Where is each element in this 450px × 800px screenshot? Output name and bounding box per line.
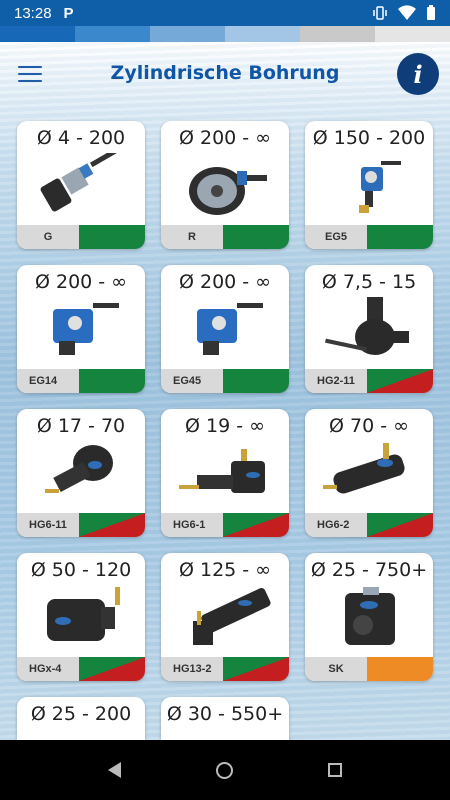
card-range: Ø 70 - ∞ bbox=[329, 415, 409, 437]
card-footer: EG14 bbox=[17, 369, 145, 393]
tool-card-hgx-4[interactable]: Ø 50 - 120 HGx-4 bbox=[17, 553, 145, 681]
status-swatch bbox=[367, 657, 433, 681]
tool-card-eg45[interactable]: Ø 200 - ∞ EG45 bbox=[161, 265, 289, 393]
card-footer: HG6-2 bbox=[305, 513, 433, 537]
navigation-bar bbox=[0, 740, 450, 800]
status-swatch bbox=[79, 657, 145, 681]
card-footer: HG2-11 bbox=[305, 369, 433, 393]
page-title: Zylindrische Bohrung bbox=[110, 62, 340, 84]
tool-card-g[interactable]: Ø 4 - 200 G bbox=[17, 121, 145, 249]
card-footer: SK bbox=[305, 657, 433, 681]
recent-apps-icon[interactable] bbox=[328, 763, 343, 777]
card-footer: HGx-4 bbox=[17, 657, 145, 681]
page-indicator bbox=[0, 732, 450, 740]
card-code: HG2-11 bbox=[305, 369, 367, 393]
card-range: Ø 200 - ∞ bbox=[178, 127, 272, 149]
status-swatch bbox=[223, 657, 289, 681]
strip-segment bbox=[150, 26, 225, 42]
vibrate-icon bbox=[373, 6, 387, 20]
back-icon[interactable] bbox=[107, 762, 121, 778]
card-code: R bbox=[161, 225, 223, 249]
parking-notification-icon: P bbox=[63, 4, 74, 22]
app-content: Zylindrische Bohrung i Ø 4 - 200 G Ø 200… bbox=[0, 42, 450, 740]
status-swatch bbox=[223, 225, 289, 249]
status-swatch bbox=[223, 513, 289, 537]
status-swatch bbox=[367, 369, 433, 393]
status-swatch bbox=[79, 225, 145, 249]
card-footer: HG13-2 bbox=[161, 657, 289, 681]
card-range: Ø 200 - ∞ bbox=[34, 271, 128, 293]
status-bar: 13:28 P bbox=[0, 0, 450, 26]
strip-segment bbox=[75, 26, 150, 42]
card-footer: EG5 bbox=[305, 225, 433, 249]
card-range: Ø 30 - 550+ bbox=[166, 703, 284, 725]
strip-segment bbox=[375, 26, 450, 42]
card-code: HG13-2 bbox=[161, 657, 223, 681]
tool-card-sk[interactable]: Ø 25 - 750+ SK bbox=[305, 553, 433, 681]
tool-eg14-image bbox=[53, 303, 119, 355]
card-range: Ø 125 - ∞ bbox=[178, 559, 272, 581]
card-code: EG5 bbox=[305, 225, 367, 249]
card-code: HG6-2 bbox=[305, 513, 367, 537]
card-range: Ø 17 - 70 bbox=[36, 415, 126, 437]
card-code: EG45 bbox=[161, 369, 223, 393]
tool-card-eg14[interactable]: Ø 200 - ∞ EG14 bbox=[17, 265, 145, 393]
card-code: G bbox=[17, 225, 79, 249]
tool-card-hg6-2[interactable]: Ø 70 - ∞ HG6-2 bbox=[305, 409, 433, 537]
status-swatch bbox=[223, 369, 289, 393]
tool-sk-image bbox=[345, 587, 395, 645]
tool-r-image bbox=[189, 167, 267, 215]
card-range: Ø 150 - 200 bbox=[312, 127, 426, 149]
card-range: Ø 25 - 200 bbox=[30, 703, 132, 725]
tool-hg6-11-image bbox=[45, 445, 113, 493]
brand-color-strip bbox=[0, 26, 450, 42]
card-footer: R bbox=[161, 225, 289, 249]
status-swatch bbox=[367, 513, 433, 537]
card-code: HG6-11 bbox=[17, 513, 79, 537]
card-code: HG6-1 bbox=[161, 513, 223, 537]
battery-icon bbox=[427, 5, 435, 20]
tool-g-image bbox=[40, 153, 119, 212]
strip-segment bbox=[300, 26, 375, 42]
tool-eg45-image bbox=[197, 303, 263, 355]
tool-card-hg6-1[interactable]: Ø 19 - ∞ HG6-1 bbox=[161, 409, 289, 537]
tool-card-r[interactable]: Ø 200 - ∞ R bbox=[161, 121, 289, 249]
tool-eg5-image bbox=[359, 161, 401, 213]
status-time: 13:28 bbox=[14, 4, 52, 22]
app-bar: Zylindrische Bohrung i bbox=[0, 42, 450, 108]
card-footer: HG6-11 bbox=[17, 513, 145, 537]
card-range: Ø 25 - 750+ bbox=[310, 559, 428, 581]
card-range: Ø 4 - 200 bbox=[36, 127, 126, 149]
status-icons bbox=[372, 5, 436, 21]
tool-hg2-11-image bbox=[325, 297, 409, 355]
card-range: Ø 19 - ∞ bbox=[185, 415, 265, 437]
tool-card-hg2-11[interactable]: Ø 7,5 - 15 HG2-11 bbox=[305, 265, 433, 393]
page-dot[interactable] bbox=[227, 732, 236, 740]
card-range: Ø 7,5 - 15 bbox=[321, 271, 417, 293]
strip-segment bbox=[0, 26, 75, 42]
tool-card-eg5[interactable]: Ø 150 - 200 EG5 bbox=[305, 121, 433, 249]
tool-hg13-2-image bbox=[193, 588, 271, 645]
card-range: Ø 200 - ∞ bbox=[178, 271, 272, 293]
tool-hg6-1-image bbox=[179, 449, 265, 493]
tool-hgx-4-image bbox=[47, 587, 120, 641]
strip-segment bbox=[225, 26, 300, 42]
info-icon[interactable]: i bbox=[397, 53, 439, 95]
card-code: EG14 bbox=[17, 369, 79, 393]
page-dot-active[interactable] bbox=[214, 732, 223, 740]
tool-card-hg6-11[interactable]: Ø 17 - 70 HG6-11 bbox=[17, 409, 145, 537]
status-swatch bbox=[367, 225, 433, 249]
card-range: Ø 50 - 120 bbox=[30, 559, 132, 581]
card-footer: EG45 bbox=[161, 369, 289, 393]
card-code: HGx-4 bbox=[17, 657, 79, 681]
card-footer: G bbox=[17, 225, 145, 249]
home-icon[interactable] bbox=[215, 761, 233, 779]
card-code: SK bbox=[305, 657, 367, 681]
status-swatch bbox=[79, 513, 145, 537]
tool-hg6-2-image bbox=[323, 443, 405, 494]
tool-card-hg13-2[interactable]: Ø 125 - ∞ HG13-2 bbox=[161, 553, 289, 681]
status-swatch bbox=[79, 369, 145, 393]
wifi-icon bbox=[398, 5, 416, 21]
card-footer: HG6-1 bbox=[161, 513, 289, 537]
